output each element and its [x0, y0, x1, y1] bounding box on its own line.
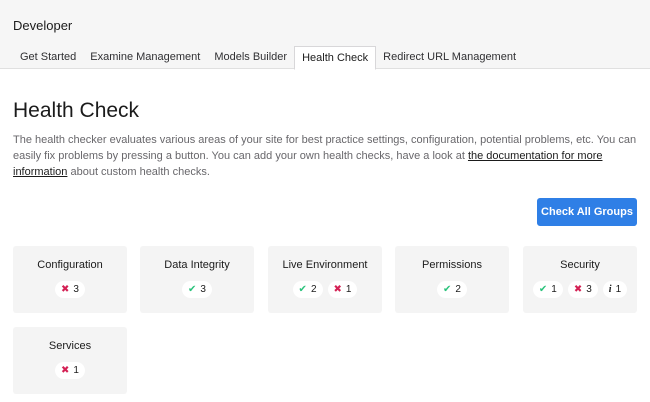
check-icon: ✔: [298, 284, 307, 295]
status-badges: ✔ 2 ✖ 1: [268, 281, 382, 298]
error-badge: ✖ 1: [55, 362, 85, 379]
cross-icon: ✖: [61, 365, 70, 376]
group-name: Security: [560, 259, 600, 271]
status-badges: ✖ 3: [13, 281, 127, 298]
group-name: Live Environment: [282, 259, 368, 271]
error-count: 3: [73, 284, 79, 295]
success-badge: ✔ 2: [292, 281, 323, 298]
success-count: 3: [200, 284, 206, 295]
error-count: 3: [586, 284, 592, 295]
info-badge: i1: [602, 281, 628, 298]
error-badge: ✖ 3: [55, 281, 85, 298]
check-icon: ✔: [443, 284, 452, 295]
error-count: 1: [73, 365, 79, 376]
error-badge: ✖ 3: [567, 281, 598, 298]
tab-examine-management[interactable]: Examine Management: [83, 46, 207, 69]
page-description: The health checker evaluates various are…: [13, 132, 643, 180]
section-title: Developer: [13, 18, 73, 33]
tab-get-started[interactable]: Get Started: [13, 46, 83, 69]
group-card-live-environment[interactable]: Live Environment ✔ 2 ✖ 1: [268, 246, 382, 313]
group-card-data-integrity[interactable]: Data Integrity ✔ 3: [140, 246, 254, 313]
check-icon: ✔: [538, 284, 548, 295]
info-count: 1: [615, 284, 622, 295]
success-badge: ✔ 2: [437, 281, 467, 298]
page-title: Health Check: [13, 99, 140, 122]
group-card-configuration[interactable]: Configuration ✖ 3: [13, 246, 127, 313]
group-name: Configuration: [37, 259, 103, 271]
cross-icon: ✖: [573, 284, 583, 295]
tab-models-builder[interactable]: Models Builder: [207, 46, 294, 69]
status-badges: ✔ 3: [140, 281, 254, 298]
tab-bar: Get Started Examine Management Models Bu…: [13, 46, 523, 70]
check-all-groups-button[interactable]: Check All Groups: [537, 198, 637, 226]
success-count: 1: [551, 284, 557, 295]
tab-health-check[interactable]: Health Check: [294, 46, 377, 70]
success-badge: ✔ 3: [182, 281, 212, 298]
group-name: Permissions: [422, 259, 482, 271]
tab-redirect-url-management[interactable]: Redirect URL Management: [376, 46, 523, 69]
status-badges: ✖ 1: [13, 362, 127, 379]
group-name: Services: [48, 340, 92, 352]
group-card-security[interactable]: Security ✔ 1 ✖ 3 i1: [523, 246, 637, 313]
success-count: 2: [310, 284, 317, 295]
error-count: 1: [345, 284, 352, 295]
check-icon: ✔: [188, 284, 197, 295]
success-badge: ✔ 1: [532, 281, 563, 298]
group-name: Data Integrity: [164, 259, 230, 271]
info-icon: i: [608, 284, 612, 295]
description-text-end: about custom health checks.: [67, 166, 210, 178]
section-header: Developer Get Started Examine Management…: [0, 0, 650, 70]
group-card-permissions[interactable]: Permissions ✔ 2: [395, 246, 509, 313]
success-count: 2: [455, 284, 461, 295]
error-badge: ✖ 1: [327, 281, 358, 298]
cross-icon: ✖: [333, 284, 342, 295]
group-card-services[interactable]: Services ✖ 1: [13, 327, 127, 394]
status-badges: ✔ 1 ✖ 3 i1: [523, 281, 637, 298]
cross-icon: ✖: [61, 284, 70, 295]
status-badges: ✔ 2: [395, 281, 509, 298]
